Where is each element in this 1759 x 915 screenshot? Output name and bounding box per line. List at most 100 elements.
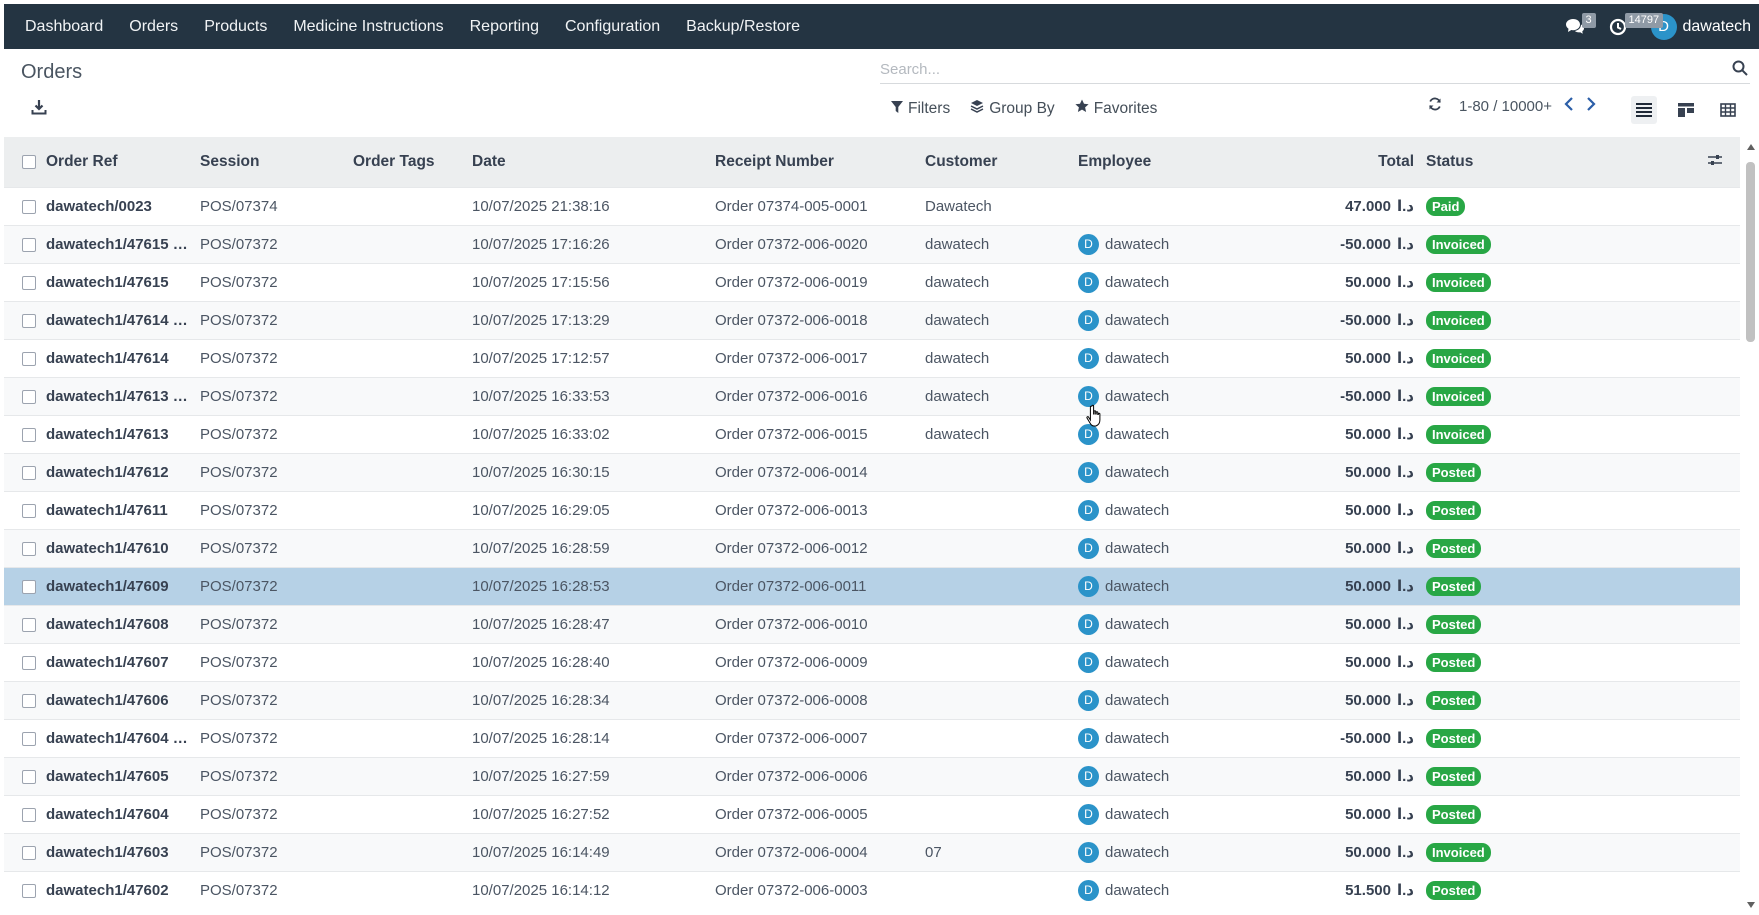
status-cell[interactable]: Posted	[1422, 528, 1547, 567]
status-cell[interactable]: Posted	[1422, 718, 1547, 757]
order-ref-cell[interactable]: dawatech/0023	[42, 186, 196, 225]
favorites-button[interactable]: Favorites	[1075, 99, 1157, 118]
customer-cell[interactable]: dawatech	[921, 376, 1074, 415]
customer-cell[interactable]: dawatech	[921, 338, 1074, 377]
total-cell[interactable]: 47.000 د.ا	[1244, 186, 1422, 225]
session-cell[interactable]: POS/07372	[196, 718, 349, 757]
receipt-number-cell[interactable]: Order 07372-006-0017	[711, 338, 921, 377]
row-checkbox[interactable]	[22, 845, 36, 860]
order-ref-cell[interactable]: dawatech1/47615	[42, 262, 196, 301]
status-cell[interactable]: Posted	[1422, 566, 1547, 605]
group-by-button[interactable]: Group By	[970, 99, 1055, 118]
receipt-number-cell[interactable]: Order 07372-006-0018	[711, 300, 921, 339]
row-checkbox[interactable]	[22, 617, 36, 632]
employee-cell[interactable]: Ddawatech	[1074, 794, 1244, 833]
row-checkbox[interactable]	[22, 541, 36, 556]
status-cell[interactable]: Invoiced	[1422, 832, 1547, 871]
status-cell[interactable]: Invoiced	[1422, 300, 1547, 339]
menu-dashboard[interactable]: Dashboard	[12, 4, 116, 49]
order-tags-cell[interactable]	[349, 414, 468, 453]
session-cell[interactable]: POS/07372	[196, 338, 349, 377]
session-cell[interactable]: POS/07374	[196, 186, 349, 225]
customer-cell[interactable]	[921, 870, 1074, 909]
receipt-number-cell[interactable]: Order 07372-006-0004	[711, 832, 921, 871]
date-cell[interactable]: 10/07/2025 21:38:16	[468, 186, 711, 225]
date-cell[interactable]: 10/07/2025 16:27:59	[468, 756, 711, 795]
table-row[interactable]: dawatech1/47614 POS/07372 10/07/2025 17:12…	[4, 338, 1740, 377]
table-row[interactable]: dawatech1/47615 REF...POS/07372 10/07/202…	[4, 224, 1740, 263]
order-ref-cell[interactable]: dawatech1/47609	[42, 566, 196, 605]
customer-cell[interactable]	[921, 566, 1074, 605]
order-tags-cell[interactable]	[349, 794, 468, 833]
session-cell[interactable]: POS/07372	[196, 794, 349, 833]
receipt-number-cell[interactable]: Order 07372-006-0003	[711, 870, 921, 909]
order-ref-cell[interactable]: dawatech1/47612	[42, 452, 196, 491]
date-cell[interactable]: 10/07/2025 16:28:59	[468, 528, 711, 567]
status-cell[interactable]: Posted	[1422, 794, 1547, 833]
column-date[interactable]: Date	[468, 137, 711, 187]
row-checkbox[interactable]	[22, 313, 36, 328]
status-cell[interactable]: Posted	[1422, 756, 1547, 795]
receipt-number-cell[interactable]: Order 07372-006-0012	[711, 528, 921, 567]
column-employee[interactable]: Employee	[1074, 137, 1244, 187]
total-cell[interactable]: 50.000 د.ا	[1244, 490, 1422, 529]
customer-cell[interactable]	[921, 718, 1074, 757]
total-cell[interactable]: 50.000 د.ا	[1244, 566, 1422, 605]
order-ref-cell[interactable]: dawatech1/47604 REF...	[42, 718, 196, 757]
row-checkbox[interactable]	[22, 731, 36, 746]
total-cell[interactable]: 50.000 د.ا	[1244, 262, 1422, 301]
refresh-icon[interactable]	[1428, 97, 1442, 115]
total-cell[interactable]: 50.000 د.ا	[1244, 680, 1422, 719]
row-checkbox[interactable]	[22, 237, 36, 252]
activities-button[interactable]: 14797	[1609, 4, 1664, 49]
session-cell[interactable]: POS/07372	[196, 414, 349, 453]
order-ref-cell[interactable]: dawatech1/47606	[42, 680, 196, 719]
date-cell[interactable]: 10/07/2025 17:15:56	[468, 262, 711, 301]
row-checkbox[interactable]	[22, 769, 36, 784]
receipt-number-cell[interactable]: Order 07374-005-0001	[711, 186, 921, 225]
total-cell[interactable]: -50.000 د.ا	[1244, 376, 1422, 415]
date-cell[interactable]: 10/07/2025 16:29:05	[468, 490, 711, 529]
receipt-number-cell[interactable]: Order 07372-006-0016	[711, 376, 921, 415]
date-cell[interactable]: 10/07/2025 16:28:47	[468, 604, 711, 643]
session-cell[interactable]: POS/07372	[196, 832, 349, 871]
menu-products[interactable]: Products	[191, 4, 280, 49]
total-cell[interactable]: 50.000 د.ا	[1244, 794, 1422, 833]
employee-cell[interactable]: Ddawatech	[1074, 376, 1244, 415]
order-ref-cell[interactable]: dawatech1/47611	[42, 490, 196, 529]
column-receipt-number[interactable]: Receipt Number	[711, 137, 921, 187]
receipt-number-cell[interactable]: Order 07372-006-0015	[711, 414, 921, 453]
table-row[interactable]: dawatech1/47614 REF...POS/07372 10/07/202…	[4, 300, 1740, 339]
order-tags-cell[interactable]	[349, 490, 468, 529]
total-cell[interactable]: 50.000 د.ا	[1244, 414, 1422, 453]
date-cell[interactable]: 10/07/2025 16:28:14	[468, 718, 711, 757]
sliders-icon[interactable]	[1708, 153, 1722, 170]
employee-cell[interactable]: Ddawatech	[1074, 566, 1244, 605]
order-tags-cell[interactable]	[349, 680, 468, 719]
employee-cell[interactable]	[1074, 186, 1244, 225]
employee-cell[interactable]: Ddawatech	[1074, 452, 1244, 491]
status-cell[interactable]: Invoiced	[1422, 262, 1547, 301]
order-ref-cell[interactable]: dawatech1/47608	[42, 604, 196, 643]
search-input[interactable]	[880, 55, 1700, 83]
status-cell[interactable]: Posted	[1422, 604, 1547, 643]
employee-cell[interactable]: Ddawatech	[1074, 490, 1244, 529]
receipt-number-cell[interactable]: Order 07372-006-0005	[711, 794, 921, 833]
receipt-number-cell[interactable]: Order 07372-006-0009	[711, 642, 921, 681]
session-cell[interactable]: POS/07372	[196, 452, 349, 491]
scrollbar-thumb[interactable]	[1746, 162, 1755, 342]
customer-cell[interactable]: 07	[921, 832, 1074, 871]
status-cell[interactable]: Invoiced	[1422, 338, 1547, 377]
date-cell[interactable]: 10/07/2025 16:28:53	[468, 566, 711, 605]
table-row[interactable]: dawatech1/47605 POS/07372 10/07/2025 16:27…	[4, 756, 1740, 795]
row-checkbox[interactable]	[22, 465, 36, 480]
order-tags-cell[interactable]	[349, 756, 468, 795]
employee-cell[interactable]: Ddawatech	[1074, 414, 1244, 453]
column-total[interactable]: Total	[1244, 137, 1422, 187]
status-cell[interactable]: Posted	[1422, 642, 1547, 681]
order-tags-cell[interactable]	[349, 452, 468, 491]
order-tags-cell[interactable]	[349, 642, 468, 681]
menu-medicine-instructions[interactable]: Medicine Instructions	[280, 4, 456, 49]
session-cell[interactable]: POS/07372	[196, 756, 349, 795]
status-cell[interactable]: Invoiced	[1422, 376, 1547, 415]
